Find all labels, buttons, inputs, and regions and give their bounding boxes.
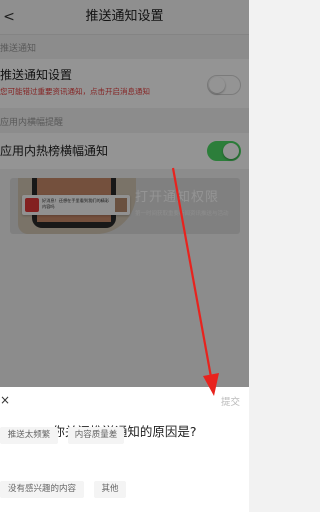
reason-option-not-interested[interactable]: 没有感兴趣的内容 xyxy=(0,481,84,498)
reason-option-too-frequent[interactable]: 推送太频繁 xyxy=(0,427,58,444)
reason-option-other[interactable]: 其他 xyxy=(94,481,126,498)
reason-option-poor-quality[interactable]: 内容质量差 xyxy=(68,427,124,444)
submit-button[interactable]: 提交 xyxy=(221,397,240,409)
close-icon[interactable]: × xyxy=(0,393,12,407)
